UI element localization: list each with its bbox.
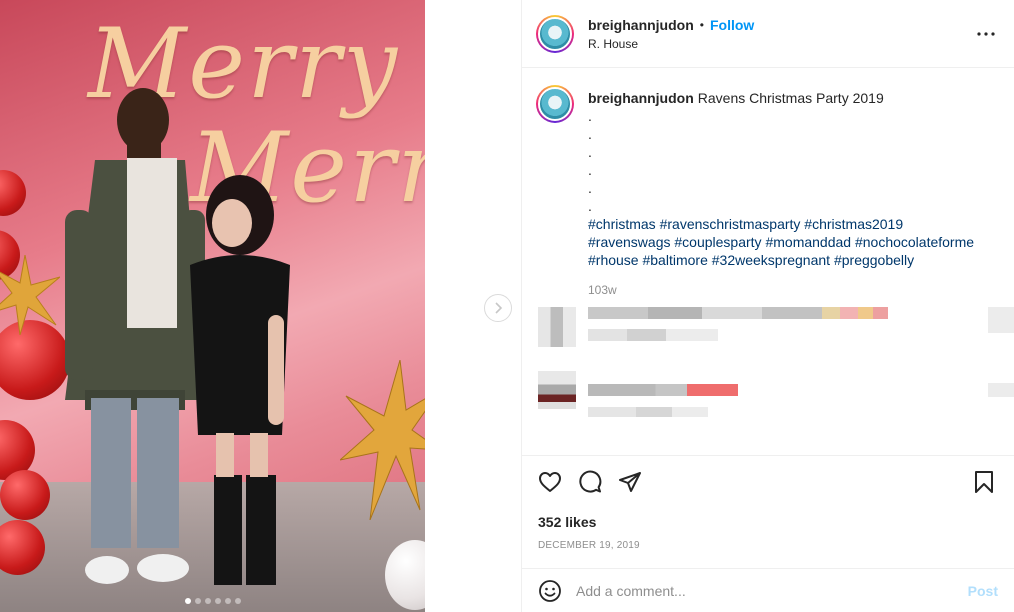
redacted-text: [588, 407, 708, 417]
redacted-comment: [538, 371, 1014, 431]
caption-age: 103w: [588, 283, 617, 297]
likes-count[interactable]: 352 likes: [538, 514, 998, 530]
hashtag-link[interactable]: #nochocolateforme: [855, 234, 974, 250]
caption-dot-line: .: [588, 162, 592, 178]
hashtag-link[interactable]: #rhouse: [588, 252, 639, 268]
redacted-avatar: [538, 307, 576, 347]
post-date: DECEMBER 19, 2019: [538, 540, 640, 551]
media-area: Merry Merry: [0, 0, 521, 612]
gold-star-decoration: [0, 255, 60, 335]
redacted-like: [988, 383, 1014, 397]
comments-section: breighannjudon Ravens Christmas Party 201…: [522, 69, 1014, 455]
caption-dot-line: .: [588, 108, 592, 124]
follow-button[interactable]: Follow: [710, 17, 754, 33]
like-button[interactable]: [538, 466, 578, 498]
header-row: breighannjudon • Follow: [588, 17, 754, 33]
hashtag-link[interactable]: #32weekspregnant: [712, 252, 830, 268]
caption-dot-line: .: [588, 144, 592, 160]
redacted-avatar: [538, 371, 576, 409]
carousel-dot[interactable]: [214, 598, 221, 604]
carousel-next-button[interactable]: [484, 294, 512, 322]
caption-dot-line: .: [588, 198, 592, 214]
instagram-post: Merry Merry: [0, 0, 1014, 612]
caption-dot-line: .: [588, 180, 592, 196]
post-photo[interactable]: Merry Merry: [0, 0, 425, 612]
comment-button[interactable]: [578, 466, 618, 498]
caption-username[interactable]: breighannjudon: [588, 90, 694, 106]
more-horizontal-icon: [977, 31, 995, 36]
carousel-dots: [0, 598, 425, 604]
hashtag-line: #rhouse #baltimore #32weekspregnant #pre…: [588, 251, 974, 269]
hashtag-link[interactable]: #momanddad: [765, 234, 851, 250]
caption-body: Ravens Christmas Party 2019: [697, 90, 884, 106]
post-side-panel: breighannjudon • Follow R. House breigha…: [521, 0, 1014, 612]
emoji-icon[interactable]: [538, 579, 562, 603]
hashtag-link[interactable]: #ravenschristmasparty: [660, 216, 801, 232]
redacted-text: [588, 307, 888, 319]
chevron-right-icon: [495, 302, 503, 314]
comment-icon: [579, 470, 602, 493]
header-separator: •: [699, 17, 704, 32]
comment-input[interactable]: [576, 582, 968, 599]
carousel-dot[interactable]: [184, 598, 191, 604]
redacted-text: [588, 329, 718, 341]
hashtag-line: #christmas #ravenschristmasparty #christ…: [588, 215, 974, 233]
hashtag-line: #ravenswags #couplesparty #momanddad #no…: [588, 233, 974, 251]
carousel-dot[interactable]: [204, 598, 211, 604]
redacted-like: [988, 307, 1014, 333]
post-comment-button[interactable]: Post: [968, 583, 998, 599]
more-options-button[interactable]: [974, 22, 998, 46]
hashtag-link[interactable]: #preggobelly: [834, 252, 914, 268]
header-username[interactable]: breighannjudon: [588, 17, 694, 33]
avatar-image: [538, 87, 572, 121]
caption-text: breighannjudon Ravens Christmas Party 201…: [588, 85, 974, 269]
avatar[interactable]: [536, 14, 574, 53]
redacted-comment: [538, 307, 1014, 367]
avatar-image: [538, 16, 572, 51]
hashtag-link[interactable]: #couplesparty: [674, 234, 761, 250]
header-names: breighannjudon • Follow R. House: [588, 17, 754, 51]
hashtag-link[interactable]: #christmas: [588, 216, 656, 232]
caption-dot-line: .: [588, 126, 592, 142]
carousel-dot[interactable]: [224, 598, 231, 604]
hashtag-link[interactable]: #christmas2019: [804, 216, 903, 232]
bookmark-icon: [975, 471, 993, 493]
caption-avatar[interactable]: [536, 85, 574, 123]
hashtag-link[interactable]: #baltimore: [642, 252, 707, 268]
post-header: breighannjudon • Follow R. House: [522, 0, 1014, 68]
person-woman: [190, 175, 290, 585]
balloon: [0, 170, 26, 216]
redacted-text: [588, 384, 738, 396]
comment-composer: Post: [522, 568, 1014, 612]
send-icon: [619, 472, 641, 492]
action-icons: [538, 466, 998, 498]
carousel-dot[interactable]: [194, 598, 201, 604]
caption: breighannjudon Ravens Christmas Party 201…: [536, 85, 998, 269]
share-button[interactable]: [618, 466, 658, 498]
save-button[interactable]: [974, 466, 998, 498]
gold-star-decoration: [340, 360, 425, 520]
heart-icon: [539, 472, 561, 492]
balloon: [0, 470, 50, 520]
location-link[interactable]: R. House: [588, 37, 754, 51]
hashtag-link[interactable]: #ravenswags: [588, 234, 671, 250]
post-actions: 352 likes DECEMBER 19, 2019: [522, 455, 1014, 551]
carousel-dot[interactable]: [234, 598, 241, 604]
